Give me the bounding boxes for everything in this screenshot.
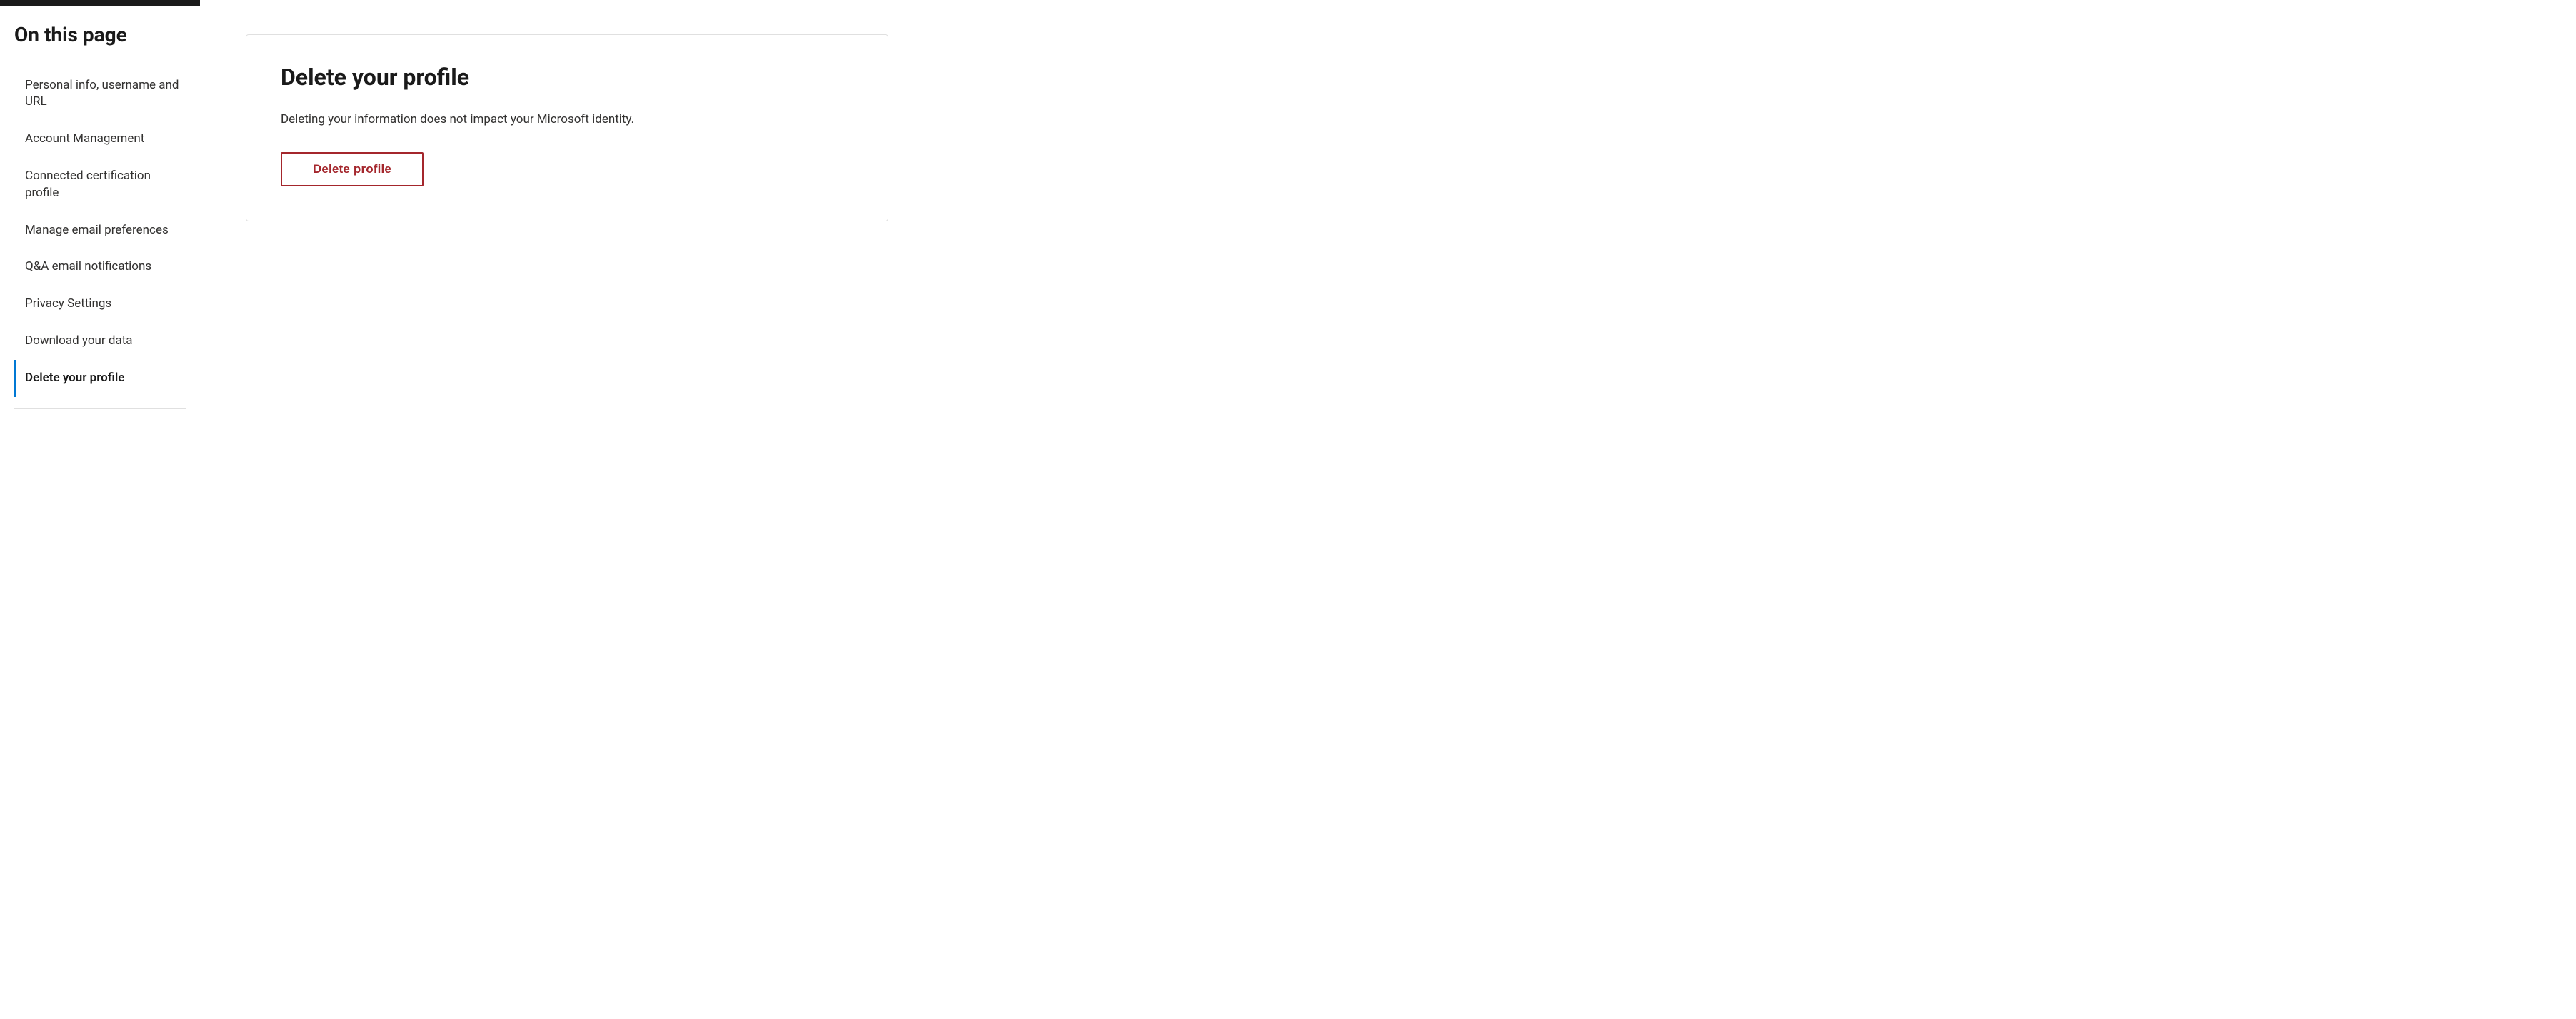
sidebar-nav: Personal info, username and URL Account … (14, 67, 186, 397)
sidebar-divider (14, 408, 186, 409)
sidebar-item-qa-email[interactable]: Q&A email notifications (14, 249, 186, 286)
section-title: Delete your profile (281, 64, 853, 91)
sidebar-item-personal-info[interactable]: Personal info, username and URL (14, 67, 186, 121)
sidebar-heading: On this page (14, 23, 186, 47)
delete-profile-button[interactable]: Delete profile (281, 152, 424, 186)
sidebar-top-bar (0, 0, 200, 6)
section-description: Deleting your information does not impac… (281, 111, 853, 129)
sidebar-item-account-management[interactable]: Account Management (14, 121, 186, 158)
sidebar-content: On this page Personal info, username and… (0, 6, 200, 409)
sidebar-item-delete-profile[interactable]: Delete your profile (14, 360, 186, 397)
sidebar-item-connected-certification[interactable]: Connected certification profile (14, 158, 186, 212)
sidebar-item-download-data[interactable]: Download your data (14, 323, 186, 360)
sidebar-item-manage-email[interactable]: Manage email preferences (14, 212, 186, 249)
delete-profile-card: Delete your profile Deleting your inform… (246, 34, 888, 221)
sidebar-item-privacy-settings[interactable]: Privacy Settings (14, 286, 186, 323)
sidebar: On this page Personal info, username and… (0, 0, 200, 1019)
main-content: Delete your profile Deleting your inform… (200, 0, 2576, 1019)
